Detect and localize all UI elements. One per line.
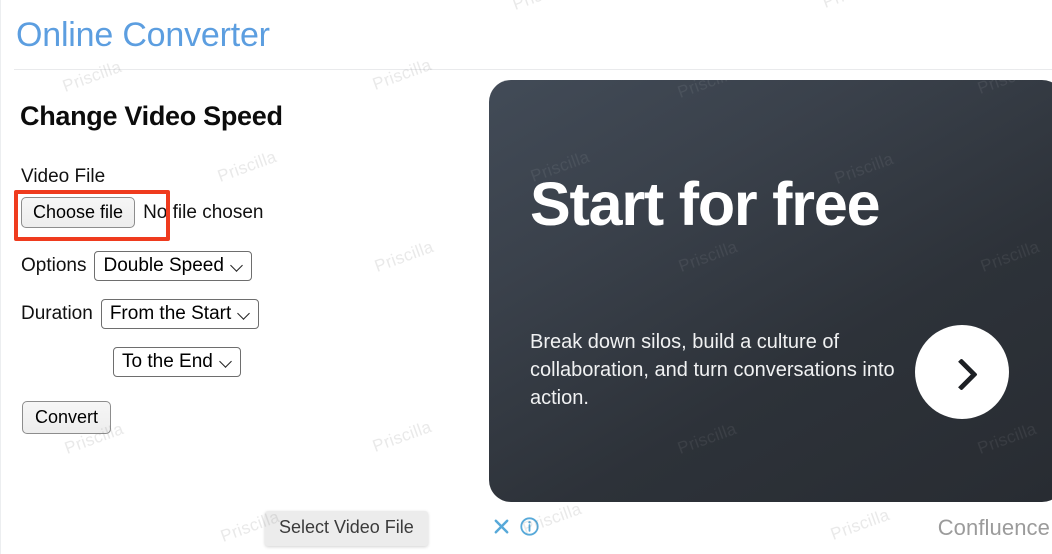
choose-file-button[interactable]: Choose file: [21, 197, 136, 228]
watermark-text: Priscilla: [510, 0, 574, 15]
chevron-down-icon: [232, 260, 243, 271]
convert-button-wrap: Convert: [22, 401, 112, 434]
file-input-row: Choose file No file chosen: [21, 197, 263, 228]
ad-body-text: Break down silos, build a culture of col…: [530, 331, 895, 409]
options-select[interactable]: Double Speed: [94, 251, 252, 281]
options-row: Options Double Speed: [21, 251, 252, 281]
ad-brand-label: Confluence: [937, 515, 1050, 540]
ad-footer-bar: Confluence: [489, 510, 1052, 544]
duration-label: Duration: [21, 303, 93, 324]
ad-cta-button[interactable]: [915, 325, 1009, 419]
watermark-text: Priscilla: [60, 57, 125, 96]
ad-headline: Start for free: [530, 170, 880, 238]
duration-row: Duration From the Start: [21, 299, 260, 329]
watermark-text: Priscilla: [370, 55, 435, 94]
convert-button[interactable]: Convert: [22, 401, 112, 434]
watermark-text: Priscilla: [372, 237, 437, 276]
options-label: Options: [21, 255, 87, 276]
page-title: Online Converter: [16, 16, 270, 54]
duration-row-secondary: To the End: [113, 347, 241, 377]
watermark-text: Priscilla: [370, 417, 435, 456]
watermark-text: Priscilla: [215, 147, 280, 186]
duration-to-value: To the End: [122, 350, 213, 372]
chevron-down-icon: [221, 356, 232, 367]
tooltip-select-video-file: Select Video File: [265, 511, 428, 546]
file-status-text: No file chosen: [143, 201, 264, 223]
options-select-value: Double Speed: [103, 254, 224, 276]
chevron-right-icon: [948, 360, 972, 384]
advertisement-panel[interactable]: Start for free Break down silos, build a…: [489, 80, 1052, 502]
duration-from-value: From the Start: [109, 302, 232, 324]
header-divider: [14, 69, 1052, 70]
page-left-border: [0, 0, 1, 554]
close-icon[interactable]: [492, 517, 511, 536]
duration-to-select[interactable]: To the End: [113, 347, 241, 377]
chevron-down-icon: [239, 308, 250, 319]
app-root: Online Converter Change Video Speed Vide…: [0, 0, 1052, 554]
info-icon[interactable]: [519, 516, 540, 537]
watermark-text: Priscilla: [820, 0, 884, 13]
video-file-label: Video File: [21, 166, 106, 187]
section-heading: Change Video Speed: [20, 101, 283, 131]
duration-from-select[interactable]: From the Start: [100, 299, 260, 329]
